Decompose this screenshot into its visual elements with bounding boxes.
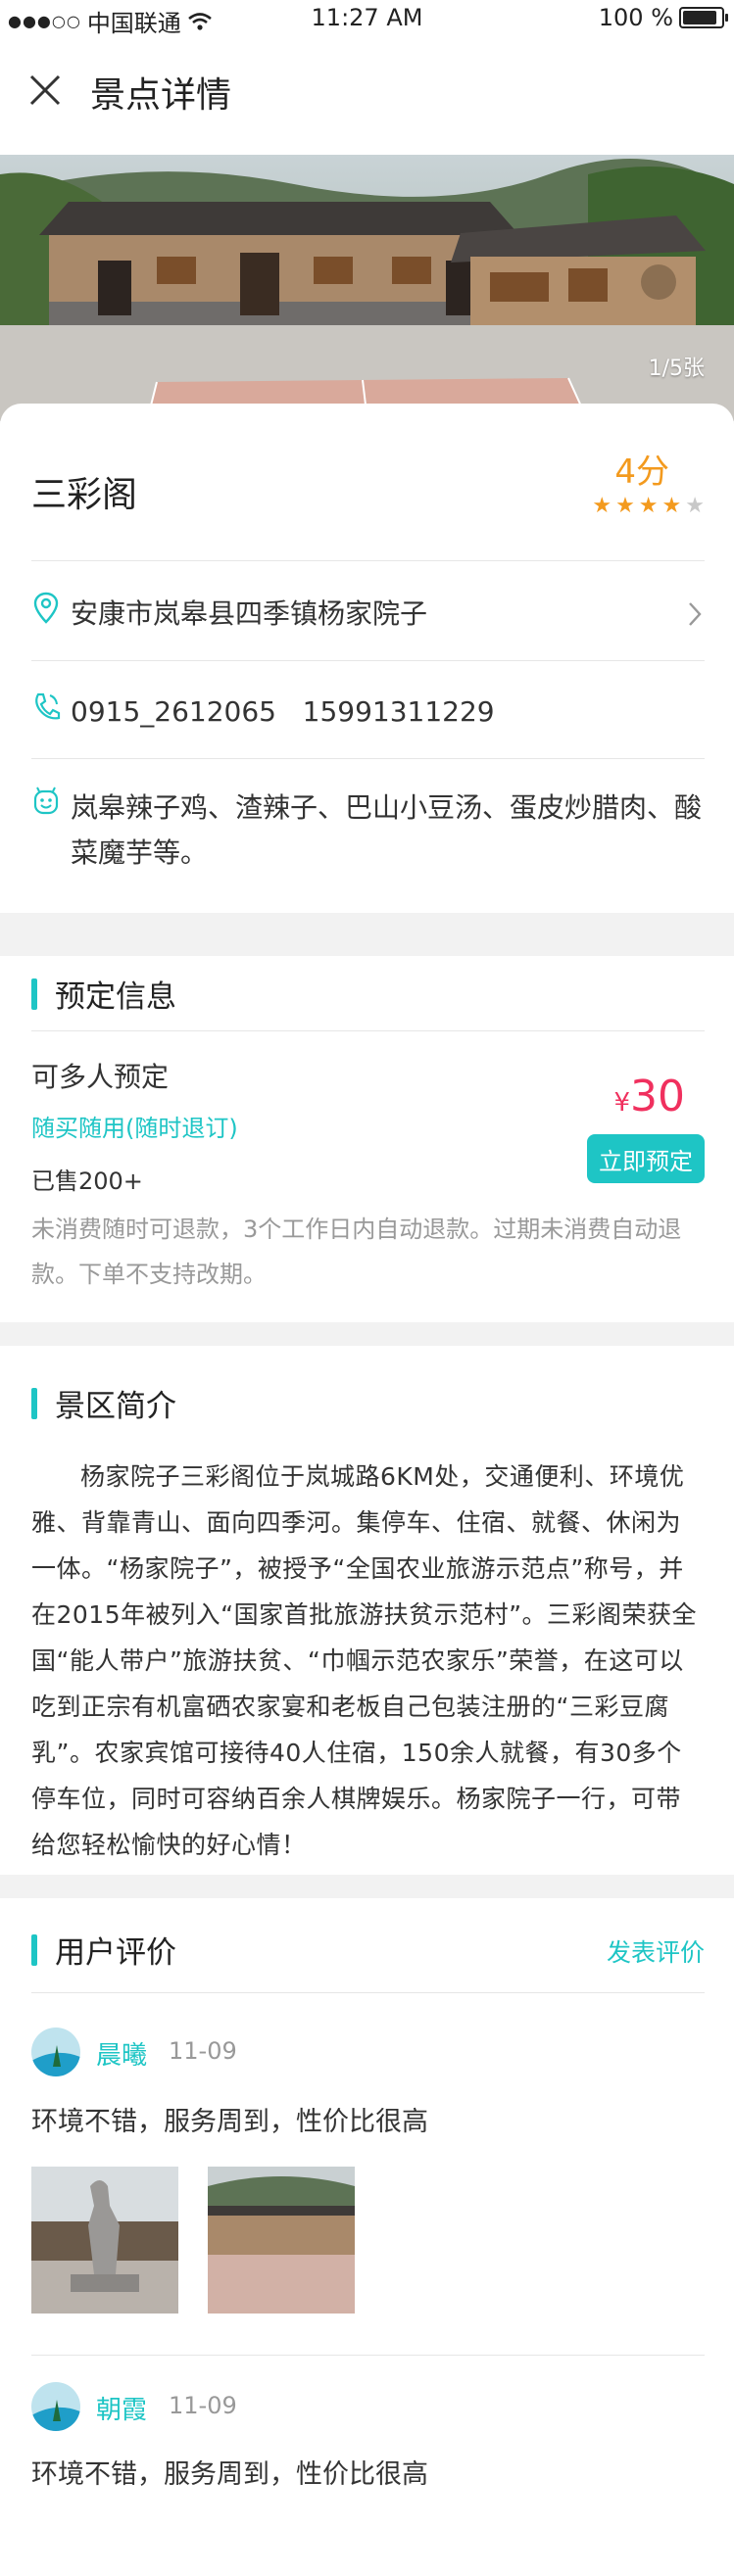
reviewer-name: 朝霞 xyxy=(96,2396,148,2425)
dishes-text: 岚皋辣子鸡、渣辣子、巴山小豆汤、蛋皮炒腊肉、酸菜魔芋等。 xyxy=(71,791,703,869)
battery-icon xyxy=(679,7,728,28)
reviews-title-text: 用户评价 xyxy=(55,1935,176,1971)
battery-fill xyxy=(683,11,716,24)
star-empty-icon: ★ xyxy=(685,494,705,518)
location-pin-icon xyxy=(33,592,59,624)
title-accent-bar xyxy=(31,978,37,1010)
intro-text: 杨家院子三彩阁位于岚城路6KM处，交通便利、环境优雅、背靠青山、面向四季河。集停… xyxy=(31,1462,698,1859)
review-text: 环境不错，服务周到，性价比很高 xyxy=(31,2459,428,2490)
divider xyxy=(31,660,705,661)
review-date: 11-09 xyxy=(169,2037,237,2065)
intro-title-text: 景区简介 xyxy=(55,1389,176,1424)
price: ¥30 xyxy=(613,1072,685,1121)
title-accent-bar xyxy=(31,1933,37,1966)
star-filled-icon: ★ xyxy=(661,494,682,518)
avatar[interactable] xyxy=(31,2027,80,2076)
smile-icon xyxy=(33,787,59,815)
phone-row[interactable]: 0915_2612065 15991311229 xyxy=(31,690,705,735)
booking-sold-count: 已售200+ xyxy=(31,1168,143,1195)
reviews-section: 用户评价 发表评价 晨曦 11-09 环境不错，服务周到，性价比很高 朝霞 11… xyxy=(0,1898,734,2576)
battery-label: 100 % xyxy=(598,4,673,31)
divider xyxy=(31,2355,705,2356)
intro-section-title: 景区简介 xyxy=(31,1381,176,1425)
booking-section: 预定信息 可多人预定 随买随用(随时退订) 已售200+ ¥30 立即预定 未消… xyxy=(0,956,734,1322)
place-score: 4分 xyxy=(614,453,669,492)
price-value: 30 xyxy=(630,1072,685,1121)
address-text: 安康市岚皋县四季镇杨家院子 xyxy=(71,597,428,630)
title-accent-bar xyxy=(31,1387,37,1419)
star-filled-icon: ★ xyxy=(615,494,635,518)
place-name: 三彩阁 xyxy=(31,475,138,515)
place-detail-card: 三彩阁 4分 ★ ★ ★ ★ ★ 安康市岚皋县四季镇杨家院子 0915_2612065 … xyxy=(0,404,734,913)
phone-icon xyxy=(35,692,61,720)
phone-text: 0915_2612065 15991311229 xyxy=(71,695,495,728)
chevron-right-icon xyxy=(689,602,702,626)
post-review-link[interactable]: 发表评价 xyxy=(607,1933,705,1969)
booking-name: 可多人预定 xyxy=(31,1061,170,1093)
review-text: 环境不错，服务周到，性价比很高 xyxy=(31,2107,428,2137)
hero-photo xyxy=(0,155,734,421)
reviews-section-title: 用户评价 xyxy=(31,1928,176,1972)
close-icon[interactable] xyxy=(25,71,65,110)
page-title: 景点详情 xyxy=(90,75,232,116)
divider xyxy=(31,1992,705,1993)
booking-tag: 随买随用(随时退订) xyxy=(31,1115,238,1142)
hero-image[interactable]: 1/5张 xyxy=(0,155,734,421)
dishes-row: 岚皋辣子鸡、渣辣子、巴山小豆汤、蛋皮炒腊肉、酸菜魔芋等。 xyxy=(31,786,705,876)
divider xyxy=(31,758,705,759)
review-photo[interactable] xyxy=(208,2167,355,2314)
image-counter: 1/5张 xyxy=(648,357,705,381)
status-right: 100 % xyxy=(598,4,728,31)
booking-section-title: 预定信息 xyxy=(31,972,176,1016)
address-row[interactable]: 安康市岚皋县四季镇杨家院子 xyxy=(31,592,705,637)
rating-stars: ★ ★ ★ ★ ★ xyxy=(592,496,705,517)
divider xyxy=(31,560,705,561)
refund-note: 未消费随时可退款，3个工作日内自动退款。过期未消费自动退款。下单不支持改期。 xyxy=(31,1216,682,1288)
star-filled-icon: ★ xyxy=(592,494,612,518)
price-currency: ¥ xyxy=(613,1088,630,1118)
intro-section: 景区简介 杨家院子三彩阁位于岚城路6KM处，交通便利、环境优雅、背靠青山、面向四… xyxy=(0,1346,734,1875)
nav-bar: 景点详情 xyxy=(0,39,734,155)
review-date: 11-09 xyxy=(169,2392,237,2419)
divider xyxy=(31,1030,705,1031)
avatar[interactable] xyxy=(31,2382,80,2431)
star-filled-icon: ★ xyxy=(638,494,659,518)
status-bar: ●●●○○ 中国联通 11:27 AM 100 % xyxy=(0,0,734,39)
review-photo[interactable] xyxy=(31,2167,178,2314)
booking-title-text: 预定信息 xyxy=(55,979,176,1015)
book-now-button[interactable]: 立即预定 xyxy=(587,1134,705,1183)
reviewer-name: 晨曦 xyxy=(96,2041,148,2071)
